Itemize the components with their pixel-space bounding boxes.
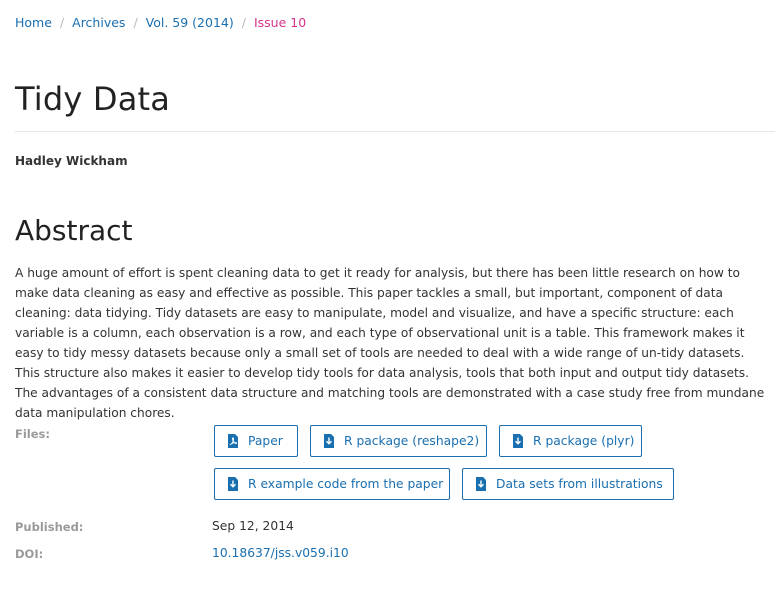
breadcrumb-volume[interactable]: Vol. 59 (2014)	[146, 15, 234, 30]
breadcrumb: Home / Archives / Vol. 59 (2014) / Issue 10	[15, 15, 306, 30]
doi-label: DOI:	[15, 547, 44, 561]
breadcrumb-separator: /	[241, 15, 246, 30]
paper-download-label: Paper	[248, 434, 283, 448]
abstract-text: A huge amount of effort is spent cleanin…	[15, 266, 765, 420]
files-label: Files:	[15, 427, 50, 441]
breadcrumb-separator: /	[133, 15, 138, 30]
published-label: Published:	[15, 520, 84, 534]
datasets-download-button[interactable]: Data sets from illustrations	[462, 468, 674, 500]
author-name: Hadley Wickham	[15, 154, 128, 168]
plyr-download-label: R package (plyr)	[533, 434, 635, 448]
page-title: Tidy Data	[15, 80, 171, 118]
reshape2-download-label: R package (reshape2)	[344, 434, 480, 448]
reshape2-download-button[interactable]: R package (reshape2)	[310, 425, 487, 457]
paper-download-button[interactable]: Paper	[214, 425, 298, 457]
abstract-heading: Abstract	[15, 214, 133, 247]
published-date: Sep 12, 2014	[212, 519, 294, 533]
datasets-download-label: Data sets from illustrations	[496, 477, 663, 491]
breadcrumb-archives[interactable]: Archives	[72, 15, 125, 30]
pdf-icon	[227, 434, 239, 448]
breadcrumb-current: Issue 10	[253, 15, 307, 30]
example-code-download-label: R example code from the paper	[248, 477, 444, 491]
breadcrumb-home[interactable]: Home	[15, 15, 52, 30]
plyr-download-button[interactable]: R package (plyr)	[499, 425, 642, 457]
download-icon	[512, 434, 524, 448]
breadcrumb-separator: /	[59, 15, 65, 30]
doi-link[interactable]: 10.18637/jss.v059.i10	[212, 546, 349, 560]
example-code-download-button[interactable]: R example code from the paper	[214, 468, 450, 500]
title-divider	[15, 131, 775, 132]
download-icon	[475, 477, 487, 491]
download-icon	[227, 477, 239, 491]
download-icon	[323, 434, 335, 448]
